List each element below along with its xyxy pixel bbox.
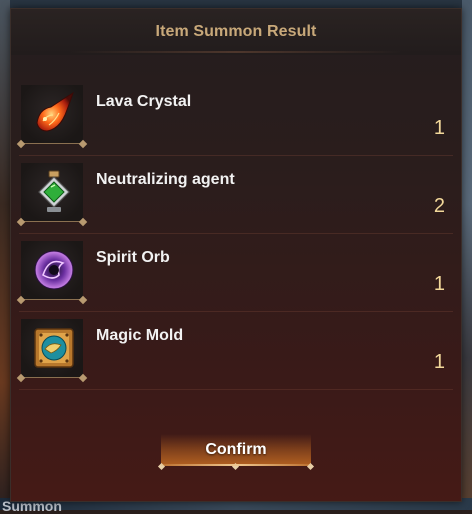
confirm-button-label: Confirm xyxy=(205,441,267,458)
item-name: Magic Mold xyxy=(96,327,184,344)
item-icon-frame xyxy=(16,163,88,227)
dialog-title-bar: Item Summon Result xyxy=(11,9,461,55)
summon-result-dialog: Item Summon Result Lava Crystal 1 Neutra… xyxy=(10,8,462,502)
item-name: Lava Crystal xyxy=(96,93,192,110)
list-item[interactable]: Magic Mold 1 xyxy=(16,319,453,390)
background-right-edge xyxy=(462,0,472,510)
item-icon-frame xyxy=(16,241,88,305)
item-quantity: 1 xyxy=(433,351,445,373)
list-item[interactable]: Lava Crystal 1 xyxy=(16,85,453,156)
item-icon-frame xyxy=(16,319,88,383)
item-quantity: 1 xyxy=(433,273,445,295)
lava-crystal-icon xyxy=(36,91,74,132)
list-item[interactable]: Spirit Orb 1 xyxy=(16,241,453,312)
confirm-button[interactable]: Confirm xyxy=(157,434,315,471)
item-quantity: 2 xyxy=(433,195,445,217)
item-name: Neutralizing agent xyxy=(96,171,235,188)
background-left-edge xyxy=(0,0,10,510)
magic-mold-icon xyxy=(34,328,74,368)
dialog-title: Item Summon Result xyxy=(155,23,317,40)
spirit-orb-icon xyxy=(34,250,74,290)
item-name: Spirit Orb xyxy=(96,249,170,266)
list-item[interactable]: Neutralizing agent 2 xyxy=(16,163,453,234)
item-icon-frame xyxy=(16,85,88,149)
item-quantity: 1 xyxy=(433,117,445,139)
potion-bottle-icon xyxy=(38,170,70,212)
